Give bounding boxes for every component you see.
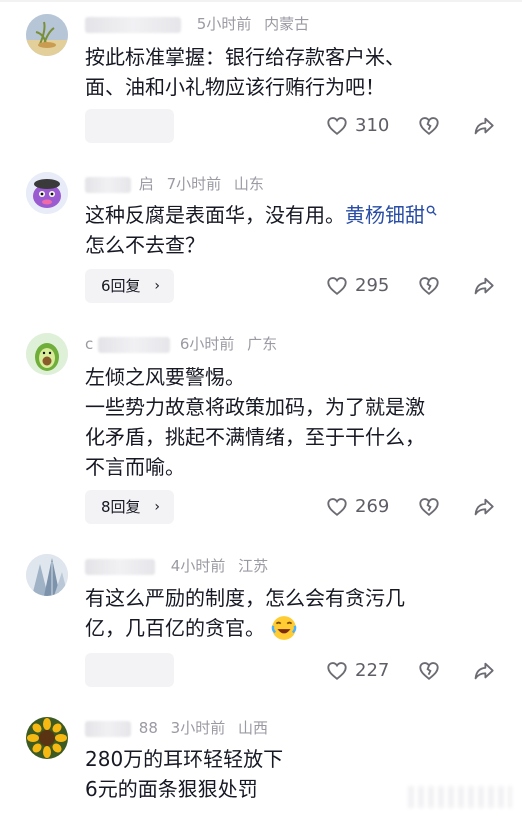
avatar-image bbox=[26, 554, 68, 596]
like-count: 227 bbox=[355, 660, 390, 681]
comment-line: 左倾之风要警惕。 bbox=[85, 365, 245, 389]
like-count: 295 bbox=[355, 275, 390, 296]
comment-text: 左倾之风要警惕。 一些势力故意将政策加码，为了就是激 化矛盾，挑起不满情绪，至于… bbox=[85, 362, 485, 482]
comment-location: 广东 bbox=[247, 335, 278, 353]
username-redacted bbox=[98, 336, 171, 353]
laughing-crying-emoji-icon bbox=[271, 616, 297, 640]
comment-text: 这种反腐是表面华，没有用。黄杨钿甜 怎么不去查？ bbox=[85, 200, 505, 260]
broken-heart-icon[interactable] bbox=[418, 115, 440, 137]
watermark-redacted bbox=[408, 786, 512, 808]
comment-location: 山东 bbox=[233, 175, 264, 193]
share-arrow-icon[interactable] bbox=[473, 496, 495, 518]
comment-line: 怎么不去查？ bbox=[85, 233, 205, 257]
search-icon bbox=[426, 205, 437, 216]
top-divider bbox=[0, 0, 522, 2]
comment-location: 内蒙古 bbox=[264, 15, 310, 33]
comment-line: 一些势力故意将政策加码，为了就是激 bbox=[85, 395, 425, 419]
search-tag-link[interactable]: 黄杨钿甜 bbox=[345, 203, 437, 227]
comment-line: 化矛盾，挑起不满情绪，至于干什么， bbox=[85, 425, 425, 449]
comment-line: 280万的耳环轻轻放下 bbox=[85, 747, 284, 771]
username-redacted bbox=[85, 16, 181, 33]
comment-time: 6小时前 bbox=[179, 335, 235, 353]
replies-button[interactable]: 8回复 › bbox=[85, 490, 174, 524]
replies-label: 8回复 bbox=[101, 498, 141, 516]
comment-location: 山西 bbox=[237, 719, 268, 737]
share-arrow-icon[interactable] bbox=[473, 115, 495, 137]
username-redacted bbox=[85, 558, 155, 575]
heart-outline-icon[interactable] bbox=[326, 660, 348, 682]
heart-outline-icon[interactable] bbox=[326, 275, 348, 297]
comment-meta: 5小时前 内蒙古 bbox=[85, 14, 309, 34]
comment-line: 面、油和小礼物应该行贿行为吧！ bbox=[85, 75, 385, 99]
comment-meta: 4小时前 江苏 bbox=[85, 556, 268, 576]
avatar[interactable] bbox=[26, 14, 68, 56]
replies-button-redacted[interactable] bbox=[85, 653, 174, 687]
comment-line: 有这么严励的制度，怎么会有贪污几 bbox=[85, 586, 405, 610]
comment-line: 不言而喻。 bbox=[85, 455, 185, 479]
search-tag-label: 黄杨钿甜 bbox=[345, 203, 425, 227]
comment-line: 按此标准掌握：银行给存款客户米、 bbox=[85, 45, 405, 69]
avatar[interactable] bbox=[26, 172, 68, 214]
comment-username[interactable]: 启 bbox=[139, 175, 154, 193]
avatar-image bbox=[26, 14, 68, 56]
chevron-right-icon: › bbox=[154, 499, 160, 515]
replies-button-redacted[interactable] bbox=[85, 109, 174, 143]
comment-time: 3小时前 bbox=[170, 719, 226, 737]
chevron-right-icon: › bbox=[154, 278, 160, 294]
comment-username[interactable]: 88 bbox=[139, 719, 158, 737]
comment-time: 5小时前 bbox=[196, 15, 252, 33]
comment-location: 江苏 bbox=[238, 557, 269, 575]
avatar-image bbox=[26, 333, 68, 375]
heart-outline-icon[interactable] bbox=[326, 496, 348, 518]
comment-username[interactable]: c bbox=[85, 335, 93, 353]
heart-outline-icon[interactable] bbox=[326, 115, 348, 137]
comment-text: 有这么严励的制度，怎么会有贪污几 亿，几百亿的贪官。 bbox=[85, 583, 485, 643]
avatar-image bbox=[26, 717, 68, 759]
username-redacted bbox=[85, 720, 131, 737]
comment-meta: 88 3小时前 山西 bbox=[85, 718, 268, 738]
like-count: 310 bbox=[355, 115, 390, 136]
comment-meta: c 6小时前 广东 bbox=[85, 334, 277, 354]
avatar[interactable] bbox=[26, 717, 68, 759]
broken-heart-icon[interactable] bbox=[418, 660, 440, 682]
broken-heart-icon[interactable] bbox=[418, 275, 440, 297]
share-arrow-icon[interactable] bbox=[473, 660, 495, 682]
avatar[interactable] bbox=[26, 333, 68, 375]
avatar[interactable] bbox=[26, 554, 68, 596]
comment-line: 这种反腐是表面华，没有用。 bbox=[85, 203, 345, 227]
like-count: 269 bbox=[355, 496, 390, 517]
username-redacted bbox=[85, 176, 131, 193]
broken-heart-icon[interactable] bbox=[418, 496, 440, 518]
comment-line: 亿，几百亿的贪官。 bbox=[85, 616, 265, 640]
share-arrow-icon[interactable] bbox=[473, 275, 495, 297]
replies-button[interactable]: 6回复 › bbox=[85, 269, 174, 303]
comment-time: 7小时前 bbox=[166, 175, 222, 193]
comment-meta: 启 7小时前 山东 bbox=[85, 174, 264, 194]
avatar-image bbox=[26, 172, 68, 214]
comment-time: 4小时前 bbox=[170, 557, 226, 575]
comment-text: 按此标准掌握：银行给存款客户米、 面、油和小礼物应该行贿行为吧！ bbox=[85, 42, 485, 102]
replies-label: 6回复 bbox=[101, 277, 141, 295]
